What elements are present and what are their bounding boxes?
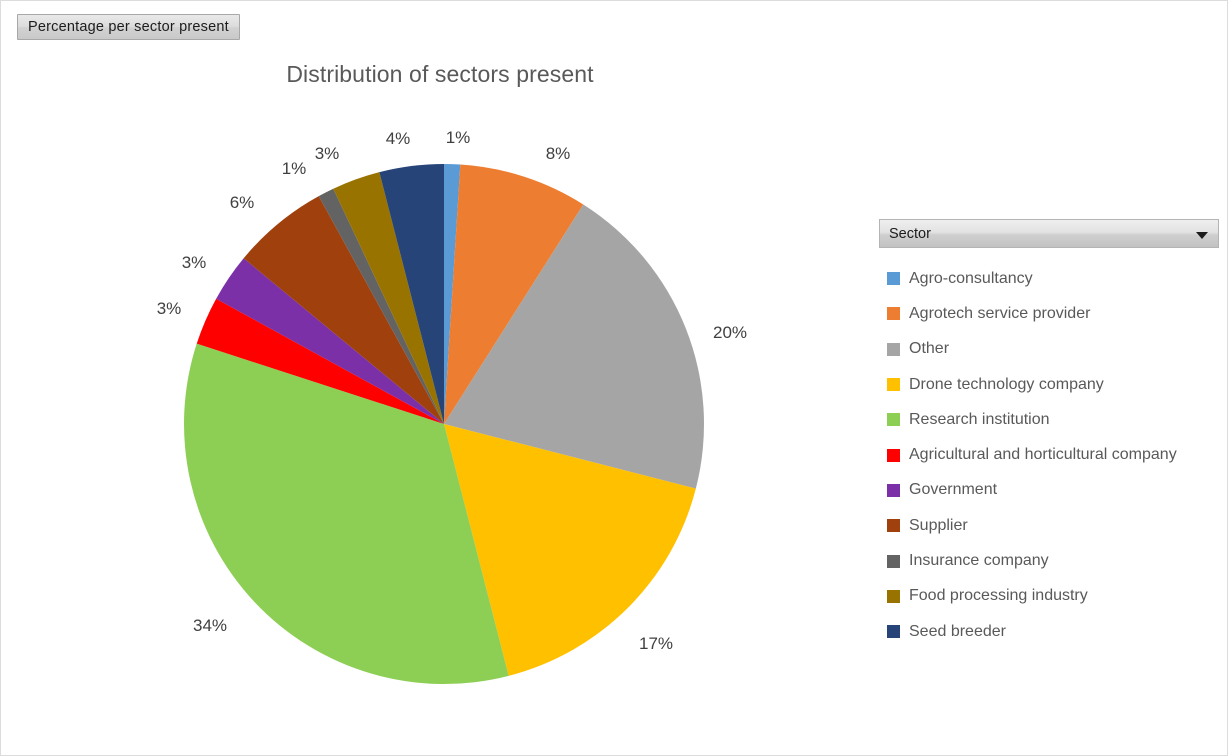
pie-slice-label: 8%: [545, 144, 571, 163]
pie-slice-label: 34%: [192, 616, 228, 635]
field-tag-label: Percentage per sector present: [28, 19, 229, 35]
legend-item[interactable]: Supplier: [879, 508, 1219, 543]
legend-color-swatch: [887, 554, 900, 568]
legend-item-label: Other: [909, 340, 950, 358]
legend-item-label: Research institution: [909, 410, 1050, 428]
legend-color-swatch: [887, 413, 900, 427]
legend-color-swatch: [887, 272, 900, 286]
legend-header-label: Sector: [889, 225, 931, 242]
legend-color-swatch: [887, 589, 900, 603]
legend-color-swatch: [887, 378, 900, 392]
legend-item[interactable]: Research institution: [879, 402, 1219, 437]
legend-item-list: Agro-consultancy Agrotech service provide…: [879, 261, 1219, 649]
pie-chart-plot-area: 1% 8% 20% 17% 34% 3% 3% 6% 1% 3% 4%: [11, 101, 871, 741]
pie-slice-label: 17%: [638, 634, 674, 653]
legend-color-swatch: [887, 448, 900, 462]
legend-item[interactable]: Government: [879, 473, 1219, 508]
legend-item[interactable]: Drone technology company: [879, 367, 1219, 402]
legend-item[interactable]: Food processing industry: [879, 579, 1219, 614]
pie-slice-label: 3%: [314, 144, 340, 163]
legend-item[interactable]: Agrotech service provider: [879, 296, 1219, 331]
pie-slice-label: 6%: [229, 193, 255, 212]
pie-slice-label: 20%: [712, 323, 748, 342]
legend-color-swatch: [887, 519, 900, 533]
legend-item-label: Insurance company: [909, 552, 1049, 570]
legend-header-sector[interactable]: Sector: [879, 219, 1219, 248]
legend-item-label: Agro-consultancy: [909, 269, 1033, 287]
pie-slice-label: 3%: [181, 253, 207, 272]
chart-title: Distribution of sectors present: [1, 61, 1227, 88]
legend: Sector Agro-consultancy Agrotech service …: [879, 219, 1219, 649]
pie-slice-label: 1%: [281, 159, 307, 178]
legend-item[interactable]: Agricultural and horticultural company: [879, 437, 1219, 472]
chart-page: Percentage per sector present Distributi…: [0, 0, 1228, 756]
legend-item-label: Government: [909, 481, 998, 499]
legend-item-label: Agrotech service provider: [909, 304, 1091, 322]
field-tag-percentage-per-sector[interactable]: Percentage per sector present: [17, 14, 240, 40]
legend-color-swatch: [887, 483, 900, 497]
legend-item[interactable]: Agro-consultancy: [879, 261, 1219, 296]
legend-item[interactable]: Insurance company: [879, 543, 1219, 578]
pie-slice-label: 4%: [385, 129, 411, 148]
legend-item-label: Seed breeder: [909, 622, 1006, 640]
legend-item[interactable]: Seed breeder: [879, 614, 1219, 649]
legend-color-swatch: [887, 625, 900, 639]
chevron-down-icon[interactable]: [1196, 231, 1208, 239]
pie-slice-label: 1%: [445, 128, 471, 147]
pie-slice-label: 3%: [156, 299, 182, 318]
legend-item-label: Food processing industry: [909, 587, 1088, 605]
legend-item-label: Drone technology company: [909, 375, 1104, 393]
legend-color-swatch: [887, 307, 900, 321]
legend-color-swatch: [887, 342, 900, 356]
legend-item-label: Agricultural and horticultural company: [909, 446, 1177, 464]
pie-chart-svg: [184, 164, 704, 684]
legend-item[interactable]: Other: [879, 332, 1219, 367]
legend-item-label: Supplier: [909, 516, 968, 534]
chart-title-text: Distribution of sectors present: [286, 61, 594, 87]
